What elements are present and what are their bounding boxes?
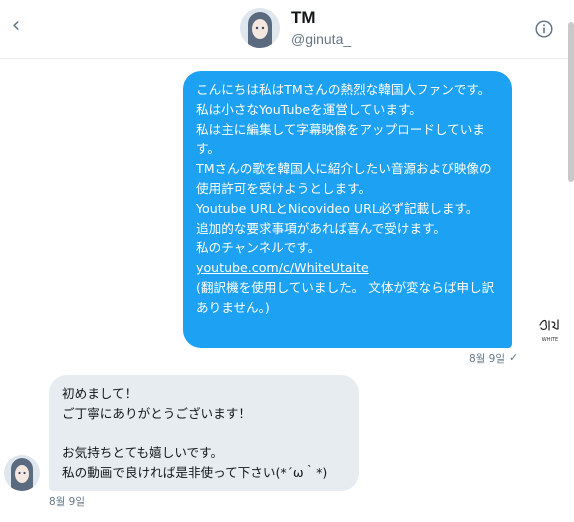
- avatar[interactable]: [240, 8, 280, 48]
- message-timestamp: 8월 9일: [469, 353, 506, 365]
- conversation-header: ‹ TM @ginuta_: [0, 0, 574, 59]
- outgoing-message-bubble: こんにちは私はTMさんの熱烈な韓国人ファンです。 私は小さなYouTubeを運営…: [183, 71, 512, 348]
- message-line: 私は小さなYouTubeを運営しています。: [196, 101, 422, 117]
- info-icon[interactable]: [535, 20, 553, 38]
- message-line: 追加的な要求事項があれば喜んで受けます。: [196, 220, 446, 236]
- message-line: Youtube URLとNicovideo URL必ず記載します。: [196, 200, 479, 216]
- message-line: こんにちは私はTMさんの熱烈な韓国人ファンです。: [196, 82, 491, 97]
- chevron-left-icon[interactable]: ‹: [6, 14, 26, 38]
- conversation-handle: @ginuta_: [291, 31, 352, 47]
- svg-text:WHITE: WHITE: [542, 337, 558, 343]
- message-line: 私は主に編集して字幕映像をアップロードしています。: [196, 121, 485, 157]
- scrollbar[interactable]: [568, 22, 574, 182]
- message-note: (翻訳機を使用していました。 文体が変ならば申し訳ありません。): [196, 279, 495, 315]
- message-timestamp: 8월 9일: [49, 496, 86, 508]
- incoming-message-bubble: 初めまして！ ご丁寧にありがとうございます！ お気持ちとても嬉しいです。 私の動…: [49, 375, 359, 491]
- signature-logo: WHITE: [534, 313, 566, 345]
- conversation-name[interactable]: TM: [291, 8, 316, 28]
- avatar[interactable]: [4, 455, 40, 491]
- check-icon: ✓: [509, 351, 519, 364]
- message-line: TMさんの歌を韓国人に紹介したい音源および映像の使用許可を受けようとします。: [196, 161, 492, 196]
- message-line: 私のチャンネルです。: [196, 240, 321, 256]
- channel-link[interactable]: youtube.com/c/WhiteUtaite: [196, 260, 369, 275]
